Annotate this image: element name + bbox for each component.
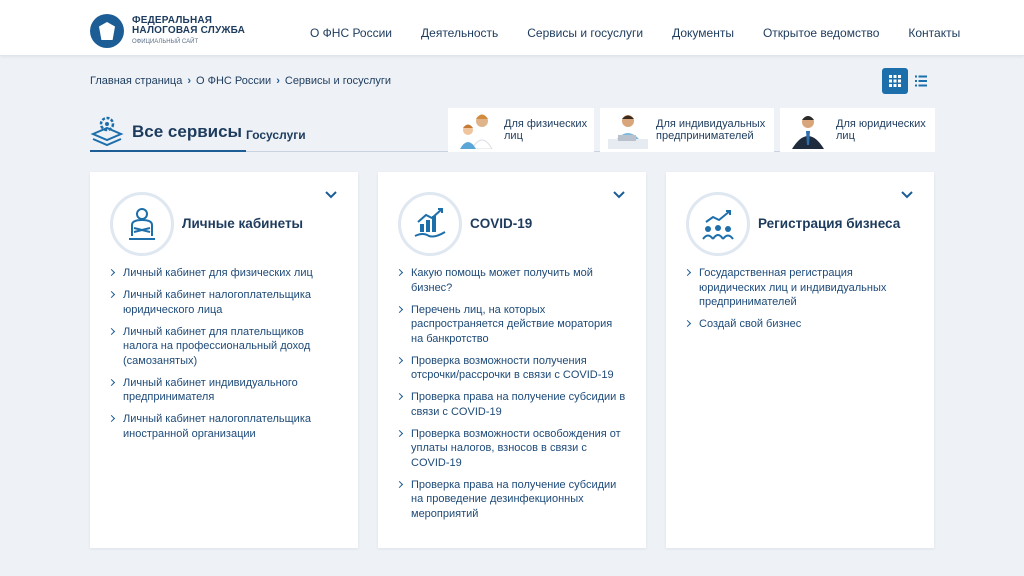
nav-activity[interactable]: Деятельность	[421, 26, 498, 40]
card-link[interactable]: Личный кабинет для физических лиц	[108, 266, 338, 281]
tab-entrepreneurs-label: Для индивидуальных предпринимателей	[656, 118, 766, 142]
tab-entrepreneurs[interactable]: Для индивидуальных предпринимателей	[600, 108, 774, 152]
logo-line-1: ФЕДЕРАЛЬНАЯ	[132, 14, 213, 26]
list-view-button[interactable]	[908, 68, 934, 94]
person-icon	[129, 208, 155, 240]
family-photo-icon	[454, 111, 498, 150]
chevron-down-icon[interactable]	[900, 190, 914, 200]
list-icon	[915, 75, 927, 87]
grid-icon	[889, 75, 901, 87]
chevron-right-icon: ›	[187, 75, 192, 87]
breadcrumb-home[interactable]: Главная страница	[90, 75, 182, 87]
card-title: COVID-19	[470, 216, 533, 231]
card-link[interactable]: Личный кабинет налогоплательщика юридиче…	[108, 288, 338, 317]
card-link-list: Государственная регистрация юридических …	[684, 266, 914, 339]
services-bar: Все сервисы Госуслуги Для физических лиц	[90, 108, 935, 152]
card-covid: COVID-19 Какую помощь может получить мой…	[378, 172, 646, 548]
card-title: Регистрация бизнеса	[758, 216, 901, 231]
card-link[interactable]: Перечень лиц, на которых распространяетс…	[396, 303, 626, 347]
breadcrumb-current: Сервисы и госуслуги	[284, 75, 392, 87]
card-link-list: Какую помощь может получить мой бизнес? …	[396, 266, 626, 529]
nav-open-agency[interactable]: Открытое ведомство	[763, 26, 879, 40]
card-link[interactable]: Личный кабинет индивидуального предприни…	[108, 376, 338, 405]
site-logo[interactable]: ФЕДЕРАЛЬНАЯ НАЛОГОВАЯ СЛУЖБА ОФИЦИАЛЬНЫЙ…	[90, 14, 245, 48]
growth-chart-icon	[414, 208, 446, 238]
team-growth-icon	[702, 210, 734, 240]
businessman-photo-icon	[786, 111, 830, 149]
card-link[interactable]: Государственная регистрация юридических …	[684, 266, 914, 310]
card-personal-accounts: Личные кабинеты Личный кабинет для физич…	[90, 172, 358, 548]
card-link[interactable]: Создай свой бизнес	[684, 317, 914, 332]
breadcrumb: Главная страница › О ФНС России › Сервис…	[90, 75, 391, 87]
logo-line-3: ОФИЦИАЛЬНЫЙ САЙТ	[132, 38, 199, 45]
card-business-registration: Регистрация бизнеса Государственная реги…	[666, 172, 934, 548]
nav-services[interactable]: Сервисы и госуслуги	[527, 26, 643, 40]
card-link[interactable]: Проверка возможности получения отсрочки/…	[396, 354, 626, 383]
card-link[interactable]: Личный кабинет налогоплательщика иностра…	[108, 412, 338, 441]
top-navigation: О ФНС России Деятельность Сервисы и госу…	[310, 26, 989, 40]
chevron-down-icon[interactable]	[324, 190, 338, 200]
tab-all-services[interactable]: Все сервисы	[90, 114, 247, 152]
chevron-right-icon: ›	[276, 75, 280, 87]
card-link[interactable]: Проверка права на получение субсидии в с…	[396, 390, 626, 419]
view-toggle	[882, 68, 934, 94]
emblem-icon	[90, 14, 124, 48]
card-link-list: Личный кабинет для физических лиц Личный…	[108, 266, 338, 449]
card-icon-circle	[398, 192, 462, 256]
logo-line-2: НАЛОГОВАЯ СЛУЖБА	[132, 24, 246, 36]
chevron-down-icon[interactable]	[612, 190, 626, 200]
tab-legal-entities-label: Для юридических лиц	[836, 118, 926, 142]
card-link[interactable]: Какую помощь может получить мой бизнес?	[396, 266, 626, 295]
tab-individuals-label: Для физических лиц	[504, 118, 588, 142]
card-icon-circle	[110, 192, 174, 256]
card-link[interactable]: Проверка возможности освобождения от упл…	[396, 427, 626, 471]
gear-stack-icon	[90, 116, 124, 147]
card-link[interactable]: Проверка права на получение субсидии на …	[396, 478, 626, 522]
grid-view-button[interactable]	[882, 68, 908, 94]
card-title: Личные кабинеты	[182, 216, 304, 231]
tab-legal-entities[interactable]: Для юридических лиц	[780, 108, 935, 152]
nav-contacts[interactable]: Контакты	[908, 26, 960, 40]
logo-text: ФЕДЕРАЛЬНАЯ НАЛОГОВАЯ СЛУЖБА ОФИЦИАЛЬНЫЙ…	[132, 14, 246, 47]
tab-individuals[interactable]: Для физических лиц	[448, 108, 594, 152]
nav-documents[interactable]: Документы	[672, 26, 734, 40]
all-services-label: Все сервисы	[132, 122, 243, 141]
tab-gosuslugi[interactable]: Госуслуги	[246, 128, 306, 142]
entrepreneur-photo-icon	[606, 111, 650, 149]
nav-about[interactable]: О ФНС России	[310, 26, 392, 40]
breadcrumb-about[interactable]: О ФНС России	[196, 75, 271, 87]
card-icon-circle	[686, 192, 750, 256]
card-link[interactable]: Личный кабинет для плательщиков налога н…	[108, 325, 338, 369]
site-header: ФЕДЕРАЛЬНАЯ НАЛОГОВАЯ СЛУЖБА ОФИЦИАЛЬНЫЙ…	[0, 0, 1024, 56]
